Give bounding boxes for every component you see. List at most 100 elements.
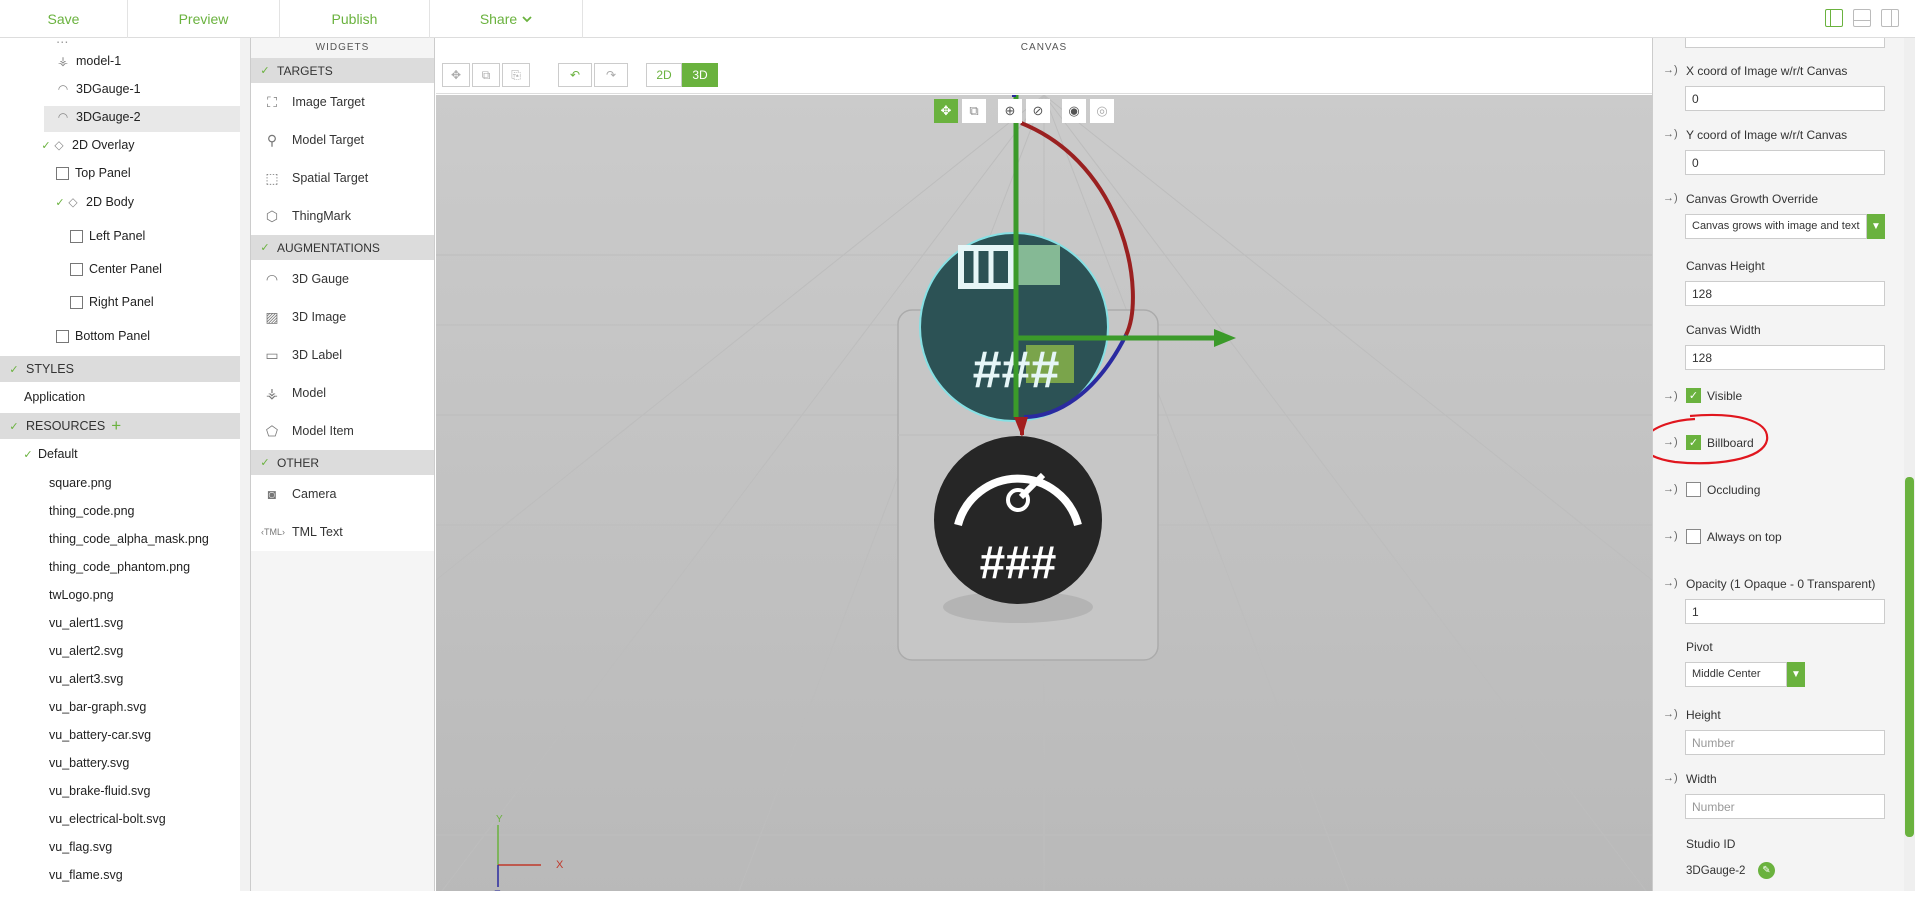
always-on-top-checkbox[interactable] [1686,529,1701,544]
resource-file-item[interactable]: vu_alert2.svg [49,638,123,664]
mode-2d-button[interactable]: 2D [646,63,682,87]
edit-pencil-icon[interactable]: ✎ [1758,862,1775,879]
binding-icon[interactable]: →) [1663,192,1678,204]
layout-left-icon[interactable] [1825,9,1843,27]
layout-bottom-icon[interactable] [1853,9,1871,27]
tree-item-3dgauge-2[interactable]: ◠ 3DGauge-2 [56,104,141,130]
x-coord-input[interactable]: 0 [1685,86,1885,111]
resource-file-item[interactable]: thing_code_phantom.png [49,554,190,580]
widget-3d-image[interactable]: ▨ 3D Image [251,298,434,336]
widget-model-target[interactable]: ⚲ Model Target [251,121,434,159]
widget-thingmark[interactable]: ⬡ ThingMark [251,197,434,235]
zoom-fit-icon[interactable]: ⊕ [998,99,1022,123]
canvas-width-input[interactable]: 128 [1685,345,1885,370]
viewport-toolbar: ✥ ⧉ ⊕ ⊘ ◉ ◎ [934,99,1114,123]
chevron-down-icon[interactable]: ✓ [40,139,52,152]
widget-image-target[interactable]: ⛶ Image Target [251,83,434,121]
save-button[interactable]: Save [0,0,128,38]
tree-item-3dgauge-1[interactable]: ◠ 3DGauge-1 [56,76,141,102]
resource-file-item[interactable]: thing_code_alpha_mask.png [49,526,209,552]
3d-viewport[interactable]: ### ### Y X ✥ ⧉ ⊕ ⊘ ◉ ◎ [436,95,1652,899]
widget-camera[interactable]: ◙ Camera [251,475,434,513]
resource-file-item[interactable]: vu_brake-fluid.svg [49,778,150,804]
resource-file-item[interactable]: vu_bar-graph.svg [49,694,146,720]
tree-item-center-panel[interactable]: Center Panel [70,256,162,282]
resource-file-item[interactable]: square.png [49,470,112,496]
canvas-height-input[interactable]: 128 [1685,281,1885,306]
resource-file-item[interactable]: vu_flag.svg [49,834,112,860]
resource-file-item[interactable]: vu_alert1.svg [49,610,123,636]
canvas-growth-select[interactable]: Canvas grows with image and text [1685,214,1867,239]
widget-3d-gauge[interactable]: ◠ 3D Gauge [251,260,434,298]
properties-scrollbar-thumb[interactable] [1905,477,1914,837]
resource-file-item[interactable]: vu_electrical-bolt.svg [49,806,166,832]
widget-model-item[interactable]: ⬠ Model Item [251,412,434,450]
y-coord-input[interactable]: 0 [1685,150,1885,175]
resource-file-item[interactable]: vu_flame.svg [49,862,123,888]
widget-3d-label[interactable]: ▭ 3D Label [251,336,434,374]
occluding-checkbox[interactable] [1686,482,1701,497]
chevron-down-icon[interactable]: ✓ [54,196,66,209]
model-item-icon: ⬠ [265,422,279,439]
partial-input[interactable] [1685,38,1885,48]
redo-icon[interactable]: ↷ [594,63,628,87]
binding-icon[interactable]: →) [1663,128,1678,140]
share-button[interactable]: Share [430,0,583,38]
pivot-select[interactable]: Middle Center [1685,662,1787,687]
show-icon[interactable]: ◎ [1090,99,1114,123]
left-scrollbar[interactable] [240,38,250,899]
canvas-width-label: Canvas Width [1686,323,1761,337]
binding-icon[interactable]: →) [1663,530,1678,542]
binding-icon[interactable]: →) [1663,772,1678,784]
resources-section-header[interactable]: ✓ RESOURCES + [0,413,240,439]
copy-view-icon[interactable]: ⧉ [962,99,986,123]
tree-item-model-1[interactable]: ⚶ model-1 [56,48,121,74]
widget-model[interactable]: ⚶ Model [251,374,434,412]
chevron-down-icon: ✓ [23,448,33,461]
opacity-input[interactable]: 1 [1685,599,1885,624]
binding-icon[interactable]: →) [1663,708,1678,720]
undo-icon[interactable]: ↶ [558,63,592,87]
layout-right-icon[interactable] [1881,9,1899,27]
other-section-header[interactable]: ✓ OTHER [251,450,434,475]
tree-item-application[interactable]: Application [24,384,85,410]
binding-icon[interactable]: →) [1663,483,1678,495]
resource-file-item[interactable]: vu_battery.svg [49,750,129,776]
height-input[interactable]: Number [1685,730,1885,755]
tree-item-default-folder[interactable]: ✓ Default [22,441,77,467]
publish-button[interactable]: Publish [280,0,430,38]
chevron-down-icon[interactable]: ▼ [1867,214,1885,239]
add-resource-icon[interactable]: + [111,416,121,436]
copy-icon[interactable]: ⧉ [472,63,500,87]
tree-item-label: 2D Body [86,195,134,209]
transform-icon[interactable]: ✥ [442,63,470,87]
tree-item-bottom-panel[interactable]: Bottom Panel [56,323,150,349]
preview-button[interactable]: Preview [128,0,280,38]
binding-icon[interactable]: →) [1663,390,1678,402]
resource-file-item[interactable]: thing_code.png [49,498,135,524]
augmentations-section-header[interactable]: ✓ AUGMENTATIONS [251,235,434,260]
binding-icon[interactable]: →) [1663,577,1678,589]
chevron-down-icon[interactable]: ▼ [1787,662,1805,687]
paste-icon[interactable]: ⎘ [502,63,530,87]
resource-file-item[interactable]: twLogo.png [49,582,114,608]
tree-item-top-panel[interactable]: Top Panel [56,160,131,186]
binding-icon[interactable]: →) [1663,64,1678,76]
resource-file-item[interactable]: vu_battery-car.svg [49,722,151,748]
zoom-selected-icon[interactable]: ⊘ [1026,99,1050,123]
visible-checkbox[interactable]: ✓ [1686,388,1701,403]
widget-tml-text[interactable]: ‹TML› TML Text [251,513,434,551]
widget-spatial-target[interactable]: ⬚ Spatial Target [251,159,434,197]
gizmo-mode-icon[interactable]: ✥ [934,99,958,123]
width-input[interactable]: Number [1685,794,1885,819]
tree-item-right-panel[interactable]: Right Panel [70,289,154,315]
resource-file-item[interactable]: vu_alert3.svg [49,666,123,692]
hide-icon[interactable]: ◉ [1062,99,1086,123]
widgets-panel: WIDGETS ✓ TARGETS ⛶ Image Target ⚲ Model Ta… [250,38,435,899]
mode-3d-button[interactable]: 3D [682,63,718,87]
tree-item-2d-body[interactable]: ✓ ◇ 2D Body [54,189,134,215]
styles-section-header[interactable]: ✓ STYLES [0,356,240,382]
tree-item-left-panel[interactable]: Left Panel [70,223,145,249]
targets-section-header[interactable]: ✓ TARGETS [251,58,434,83]
tree-item-2d-overlay[interactable]: ✓ ◇ 2D Overlay [40,132,134,158]
